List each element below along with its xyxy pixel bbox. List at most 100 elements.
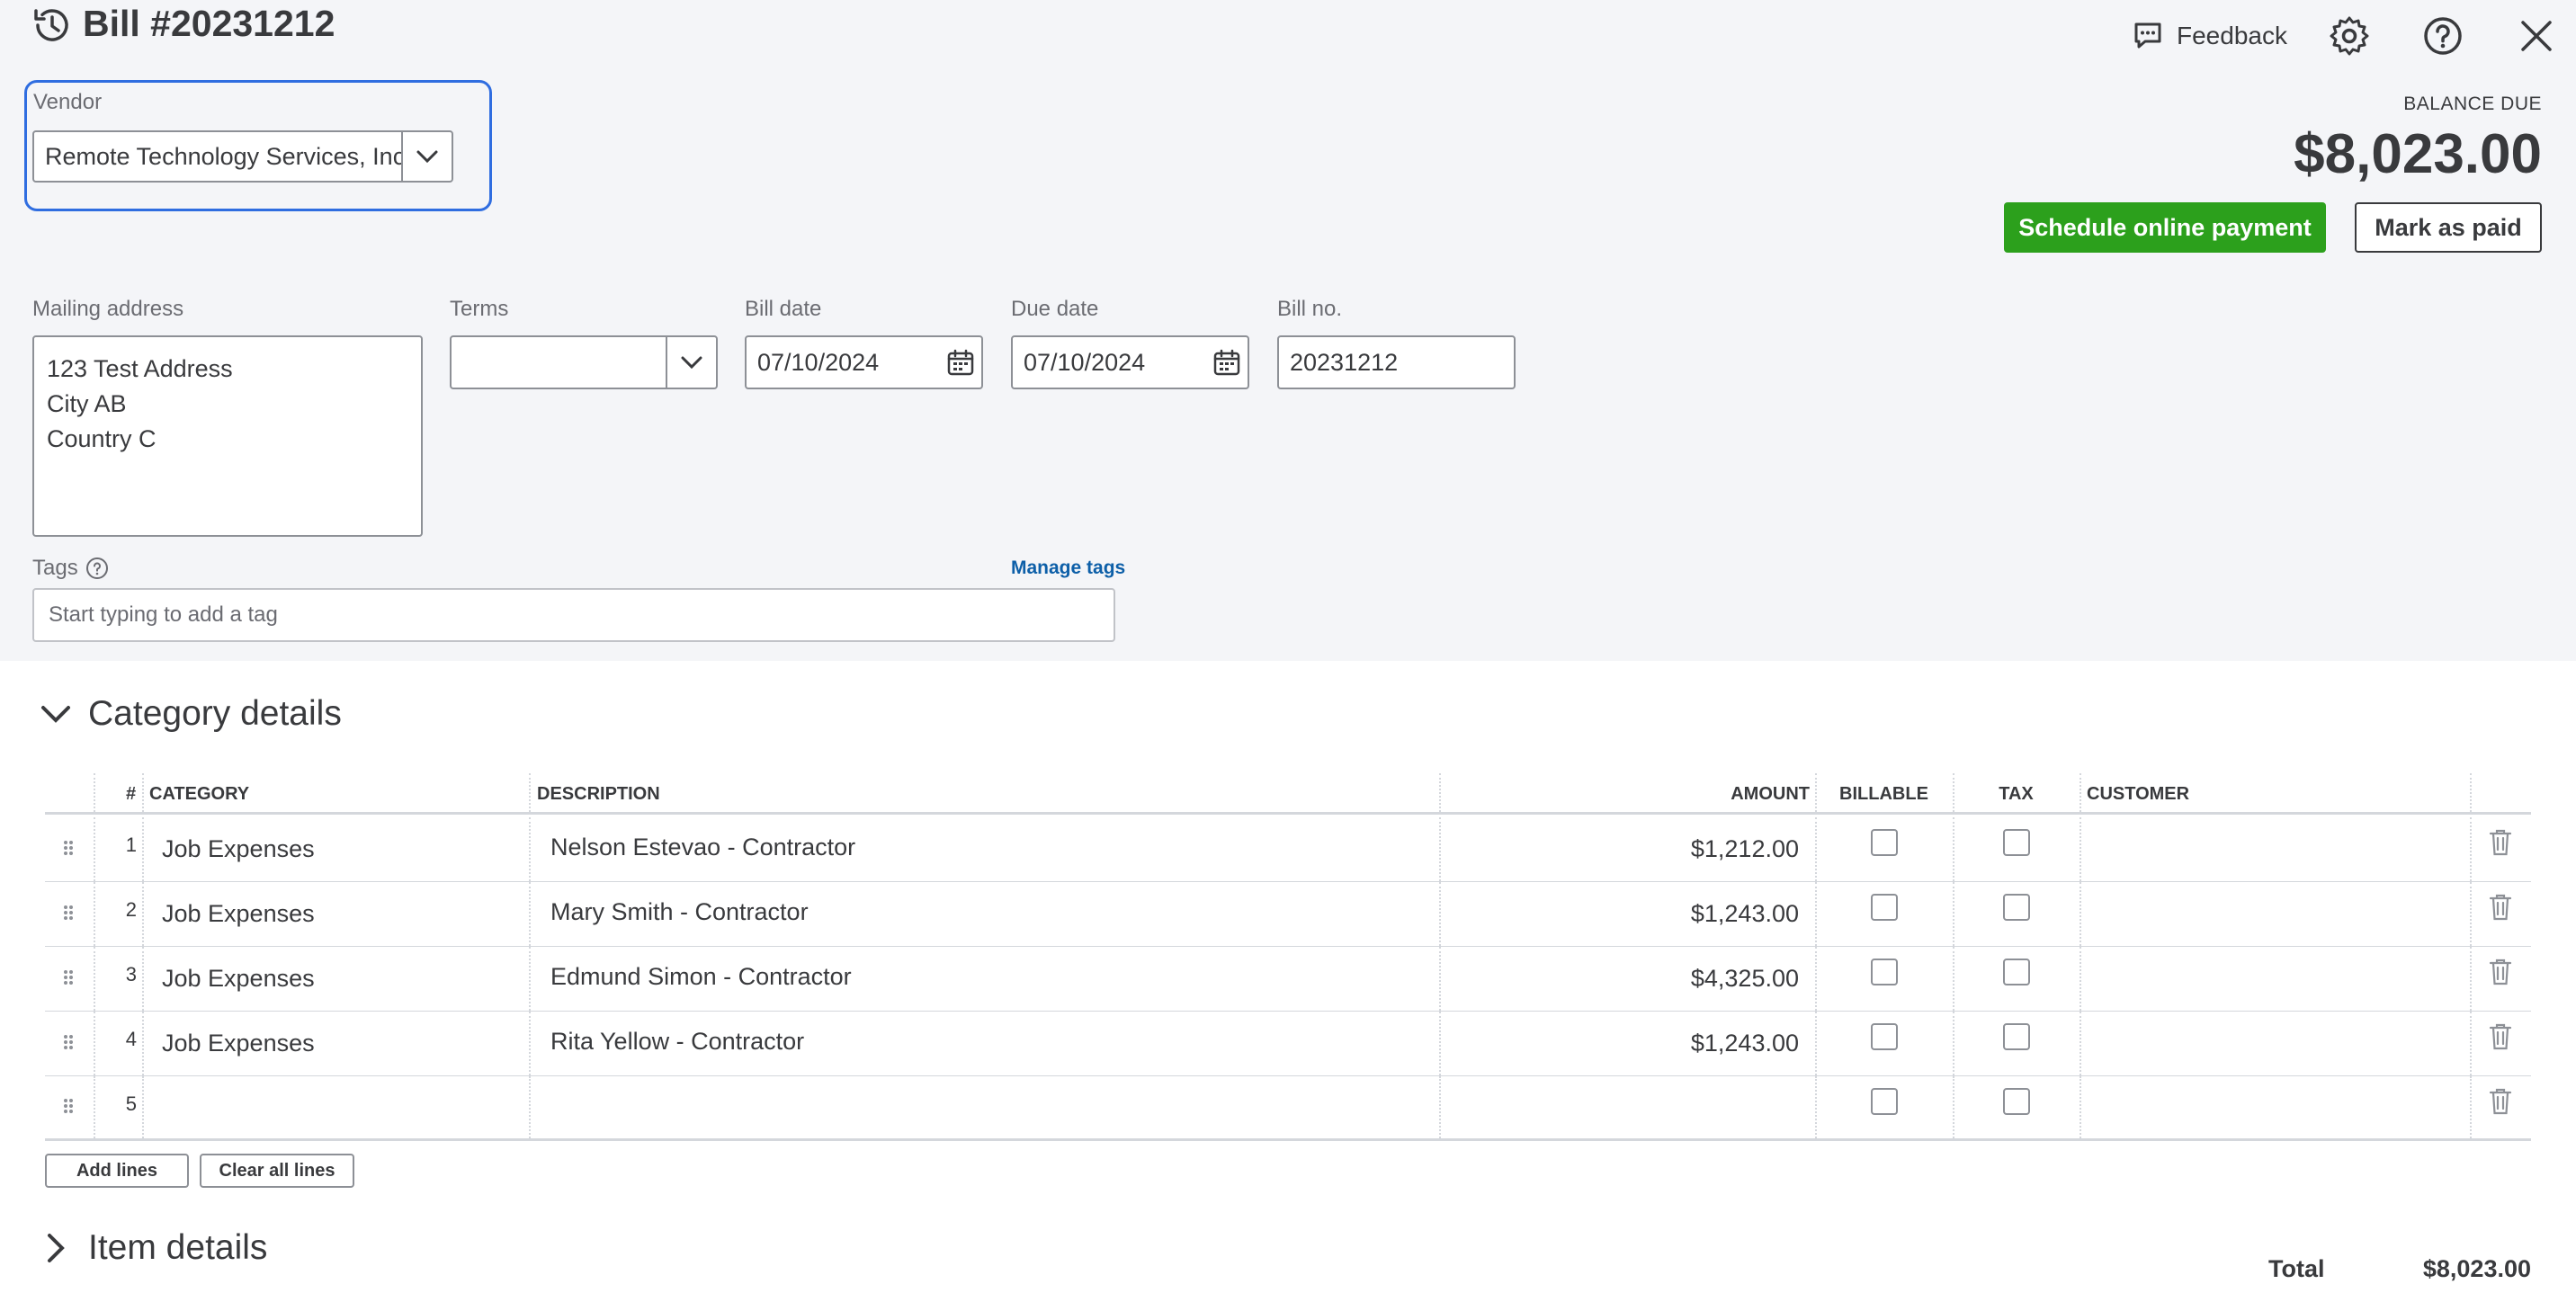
trash-icon[interactable] bbox=[2470, 817, 2531, 881]
table-row[interactable]: 2 Job Expenses Mary Smith - Contractor $1,2… bbox=[45, 882, 2531, 947]
tax-checkbox[interactable] bbox=[2002, 894, 2030, 921]
chevron-down-icon bbox=[41, 706, 70, 723]
row-number: 2 bbox=[125, 898, 137, 921]
billable-checkbox[interactable] bbox=[1870, 1023, 1898, 1050]
row-description[interactable]: Mary Smith - Contractor bbox=[550, 882, 809, 946]
trash-icon[interactable] bbox=[2470, 882, 2531, 946]
tax-checkbox[interactable] bbox=[2002, 1088, 2030, 1115]
vendor-dropdown-button[interactable] bbox=[401, 132, 452, 181]
total-label: Total bbox=[2268, 1255, 2325, 1282]
row-description[interactable]: Rita Yellow - Contractor bbox=[550, 1012, 804, 1075]
total-value: $8,023.00 bbox=[2422, 1255, 2531, 1282]
trash-icon[interactable] bbox=[2470, 947, 2531, 1011]
help-icon[interactable] bbox=[2421, 14, 2464, 58]
mailing-address-label: Mailing address bbox=[32, 297, 184, 321]
billable-checkbox[interactable] bbox=[1870, 1088, 1898, 1115]
due-date-field[interactable]: 07/10/2024 bbox=[1011, 335, 1249, 389]
row-category[interactable]: Job Expenses bbox=[162, 1012, 315, 1075]
category-details-toggle[interactable]: Category details bbox=[40, 694, 342, 734]
due-date-calendar-button[interactable] bbox=[1206, 348, 1248, 377]
row-description[interactable]: Edmund Simon - Contractor bbox=[550, 947, 852, 1011]
col-header-description: DESCRIPTION bbox=[537, 784, 660, 804]
category-details-title: Category details bbox=[88, 694, 342, 733]
row-number: 1 bbox=[125, 834, 137, 856]
mailing-address-field[interactable]: 123 Test Address City AB Country C bbox=[32, 335, 423, 537]
row-category[interactable]: Job Expenses bbox=[162, 947, 315, 1011]
chevron-down-icon bbox=[681, 356, 702, 370]
address-line-1: 123 Test Address bbox=[47, 355, 233, 382]
row-amount[interactable]: $1,243.00 bbox=[1439, 882, 1799, 946]
balance-due-label: BALANCE DUE bbox=[2403, 94, 2542, 114]
info-help-icon[interactable] bbox=[85, 557, 109, 580]
bill-date-calendar-button[interactable] bbox=[940, 348, 981, 377]
table-row[interactable]: 3 Job Expenses Edmund Simon - Contractor $4… bbox=[45, 947, 2531, 1012]
table-header-row: # CATEGORY DESCRIPTION AMOUNT BILLABLE T… bbox=[45, 773, 2531, 815]
billable-checkbox-cell bbox=[1815, 1012, 1953, 1075]
tax-checkbox[interactable] bbox=[2002, 829, 2030, 856]
col-header-billable: BILLABLE bbox=[1839, 784, 1928, 804]
table-row[interactable]: 4 Job Expenses Rita Yellow - Contractor $1,… bbox=[45, 1012, 2531, 1076]
bill-date-field[interactable]: 07/10/2024 bbox=[745, 335, 983, 389]
drag-handle-icon[interactable] bbox=[52, 817, 88, 881]
add-lines-button[interactable]: Add lines bbox=[45, 1154, 189, 1188]
terms-dropdown-button[interactable] bbox=[666, 337, 716, 388]
billable-checkbox[interactable] bbox=[1870, 959, 1898, 985]
close-icon[interactable] bbox=[2515, 14, 2558, 58]
vendor-select[interactable]: Remote Technology Services, Inc. bbox=[32, 130, 453, 183]
row-customer[interactable] bbox=[2080, 882, 2470, 946]
schedule-online-payment-button[interactable]: Schedule online payment bbox=[2004, 202, 2326, 253]
tax-checkbox-cell bbox=[1953, 947, 2080, 1011]
row-description[interactable]: Nelson Estevao - Contractor bbox=[550, 817, 855, 881]
bill-no-field[interactable]: 20231212 bbox=[1277, 335, 1516, 389]
bill-no-label: Bill no. bbox=[1277, 297, 1343, 321]
calendar-icon bbox=[1213, 349, 1240, 376]
tags-label-group: Tags bbox=[32, 556, 109, 581]
history-icon[interactable] bbox=[29, 4, 72, 47]
page-title: Bill #20231212 bbox=[83, 3, 335, 44]
drag-handle-icon[interactable] bbox=[52, 947, 88, 1011]
feedback-button[interactable]: Feedback bbox=[2132, 16, 2287, 56]
table-row[interactable]: 1 Job Expenses Nelson Estevao - Contractor… bbox=[45, 817, 2531, 882]
category-table: # CATEGORY DESCRIPTION AMOUNT BILLABLE T… bbox=[45, 773, 2531, 1141]
trash-icon[interactable] bbox=[2470, 1076, 2531, 1138]
gear-icon[interactable] bbox=[2328, 14, 2371, 58]
due-date-label: Due date bbox=[1011, 297, 1099, 321]
mark-as-paid-button[interactable]: Mark as paid bbox=[2355, 202, 2542, 253]
tags-input[interactable]: Start typing to add a tag bbox=[32, 588, 1115, 642]
row-category[interactable]: Job Expenses bbox=[162, 817, 315, 881]
row-amount[interactable]: $4,325.00 bbox=[1439, 947, 1799, 1011]
billable-checkbox-cell bbox=[1815, 947, 1953, 1011]
col-header-num: # bbox=[126, 784, 137, 804]
trash-icon[interactable] bbox=[2470, 1012, 2531, 1075]
billable-checkbox[interactable] bbox=[1870, 829, 1898, 856]
row-number: 5 bbox=[125, 1092, 137, 1115]
drag-handle-icon[interactable] bbox=[52, 882, 88, 946]
billable-checkbox-cell bbox=[1815, 817, 1953, 881]
table-row[interactable]: 5 bbox=[45, 1076, 2531, 1141]
billable-checkbox-cell bbox=[1815, 882, 1953, 946]
item-details-toggle[interactable]: Item details bbox=[40, 1228, 267, 1268]
tax-checkbox-cell bbox=[1953, 882, 2080, 946]
terms-select[interactable] bbox=[450, 335, 718, 389]
row-amount[interactable]: $1,243.00 bbox=[1439, 1012, 1799, 1075]
drag-handle-icon[interactable] bbox=[52, 1012, 88, 1075]
clear-all-lines-button[interactable]: Clear all lines bbox=[200, 1154, 354, 1188]
row-customer[interactable] bbox=[2080, 947, 2470, 1011]
bill-date-value: 07/10/2024 bbox=[757, 348, 880, 376]
row-customer[interactable] bbox=[2080, 817, 2470, 881]
balance-due-amount: $8,023.00 bbox=[2294, 123, 2542, 185]
billable-checkbox[interactable] bbox=[1870, 894, 1898, 921]
row-customer[interactable] bbox=[2080, 1012, 2470, 1075]
item-details-title: Item details bbox=[88, 1228, 268, 1267]
chevron-right-icon bbox=[48, 1234, 65, 1262]
row-category[interactable]: Job Expenses bbox=[162, 882, 315, 946]
bill-no-value: 20231212 bbox=[1290, 348, 1399, 376]
row-amount[interactable] bbox=[1439, 1076, 1799, 1138]
tax-checkbox[interactable] bbox=[2002, 1023, 2030, 1050]
tax-checkbox[interactable] bbox=[2002, 959, 2030, 985]
row-customer[interactable] bbox=[2080, 1076, 2470, 1138]
drag-handle-icon[interactable] bbox=[52, 1076, 88, 1138]
calendar-icon bbox=[947, 349, 974, 376]
row-amount[interactable]: $1,212.00 bbox=[1439, 817, 1799, 881]
manage-tags-link[interactable]: Manage tags bbox=[1011, 557, 1125, 579]
